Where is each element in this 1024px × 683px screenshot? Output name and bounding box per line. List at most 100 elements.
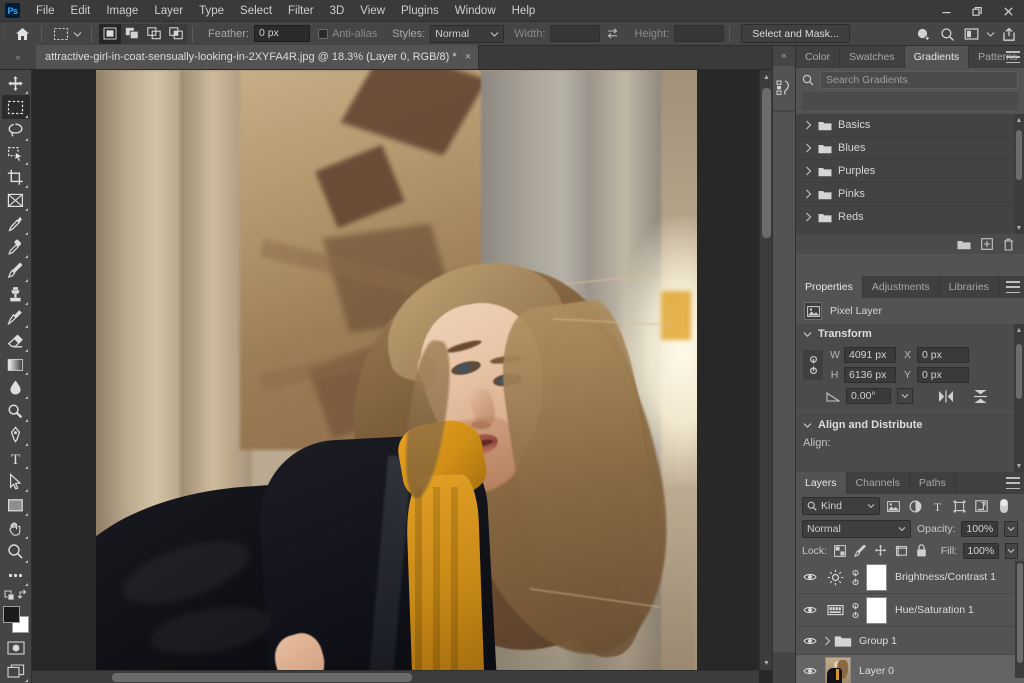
chevron-right-icon[interactable] (805, 189, 812, 199)
canvas-vertical-scrollbar[interactable]: ▲ ▼ (759, 70, 772, 670)
search-icon[interactable] (936, 23, 958, 45)
tab-libraries[interactable]: Libraries (940, 276, 999, 298)
scroll-down-icon[interactable]: ▼ (1014, 222, 1024, 234)
gradient-group-reds[interactable]: Reds (796, 206, 1024, 229)
menu-type[interactable]: Type (191, 0, 232, 22)
scroll-down-icon[interactable]: ▼ (1014, 460, 1024, 472)
expand-panels-icon[interactable]: « (773, 46, 795, 64)
height-input[interactable] (674, 25, 724, 42)
filter-adjustment-icon[interactable] (907, 497, 924, 515)
eraser-tool[interactable] (2, 329, 30, 352)
rotation-angle-input[interactable]: 0.00° (846, 388, 891, 404)
chevron-right-icon[interactable] (805, 120, 812, 130)
lock-image-pixels-icon[interactable] (853, 542, 867, 559)
lasso-tool[interactable] (2, 119, 30, 142)
canvas-area[interactable]: ▲ ▼ (32, 70, 772, 683)
gradient-group-basics[interactable]: Basics (796, 114, 1024, 137)
layer-thumbnail[interactable] (825, 657, 851, 683)
filter-shape-icon[interactable] (951, 497, 968, 515)
scroll-up-icon[interactable]: ▲ (760, 70, 772, 84)
table-row[interactable]: Layer 0 (796, 655, 1024, 683)
menu-plugins[interactable]: Plugins (393, 0, 447, 22)
properties-scroll-thumb[interactable] (1016, 344, 1022, 399)
gradients-scrollbar[interactable]: ▲ ▼ (1014, 114, 1024, 234)
quick-mask-mode-button[interactable] (2, 636, 30, 659)
fill-input[interactable]: 100% (963, 543, 998, 559)
link-dimensions-icon[interactable] (803, 350, 823, 380)
new-group-icon[interactable] (957, 239, 971, 250)
clone-stamp-tool[interactable] (2, 283, 30, 306)
tab-properties[interactable]: Properties (796, 276, 863, 298)
dodge-tool[interactable] (2, 400, 30, 423)
subtract-from-selection-button[interactable] (143, 24, 165, 44)
restore-button[interactable] (962, 0, 993, 22)
color-picker-control[interactable] (2, 606, 30, 632)
minimize-button[interactable] (931, 0, 962, 22)
rectangular-marquee-tool[interactable] (2, 95, 30, 118)
layers-scroll-thumb[interactable] (1017, 563, 1023, 663)
menu-edit[interactable]: Edit (63, 0, 99, 22)
add-to-selection-button[interactable] (121, 24, 143, 44)
menu-image[interactable]: Image (98, 0, 146, 22)
tab-swatches[interactable]: Swatches (840, 46, 905, 68)
home-icon[interactable] (9, 22, 36, 46)
scroll-up-icon[interactable]: ▲ (1014, 324, 1024, 336)
foreground-color-swatch[interactable] (3, 606, 20, 623)
screen-mode-button[interactable] (2, 659, 30, 682)
layer-visibility-icon[interactable] (799, 561, 821, 594)
chevron-right-icon[interactable] (824, 636, 831, 646)
scroll-up-icon[interactable]: ▲ (1014, 114, 1024, 126)
share-photo-icon[interactable] (912, 23, 934, 45)
menu-filter[interactable]: Filter (280, 0, 322, 22)
panel-menu-icon[interactable] (1006, 281, 1020, 293)
chevron-down-icon[interactable] (803, 422, 812, 429)
filter-kind-select[interactable]: Kind (802, 497, 880, 515)
menu-file[interactable]: File (28, 0, 63, 22)
horizontal-scroll-thumb[interactable] (112, 673, 412, 682)
move-tool[interactable] (2, 72, 30, 95)
new-selection-button[interactable] (99, 24, 121, 44)
menu-select[interactable]: Select (232, 0, 280, 22)
tab-paths[interactable]: Paths (910, 472, 956, 494)
document-tab[interactable]: attractive-girl-in-coat-sensually-lookin… (36, 45, 479, 69)
tab-color[interactable]: Color (796, 46, 840, 68)
panel-menu-icon[interactable] (1006, 51, 1020, 63)
lock-all-icon[interactable] (914, 542, 928, 559)
intersect-with-selection-button[interactable] (165, 24, 187, 44)
scroll-down-icon[interactable]: ▼ (760, 656, 772, 670)
blend-mode-select[interactable]: Normal (802, 520, 911, 538)
tool-preset-picker[interactable] (47, 25, 86, 43)
lock-position-icon[interactable] (874, 542, 888, 559)
layer-mask-link-icon[interactable] (849, 570, 862, 585)
delete-icon[interactable] (1003, 238, 1014, 251)
transform-section-header[interactable]: Transform (796, 324, 1024, 344)
zoom-tool[interactable] (2, 540, 30, 563)
eyedropper-tool[interactable] (2, 212, 30, 235)
tab-channels[interactable]: Channels (847, 472, 910, 494)
flip-vertical-icon[interactable] (973, 389, 988, 404)
chevron-right-icon[interactable] (805, 212, 812, 222)
tab-bar-grip[interactable]: » (0, 45, 36, 69)
edit-toolbar-tool[interactable] (2, 564, 30, 587)
filter-enable-toggle[interactable] (995, 497, 1012, 515)
frame-tool[interactable] (2, 189, 30, 212)
table-row[interactable]: Brightness/Contrast 1 (796, 561, 1024, 594)
table-row[interactable]: Hue/Saturation 1 (796, 594, 1024, 627)
canvas-horizontal-scrollbar[interactable] (32, 670, 759, 683)
width-input[interactable] (550, 25, 600, 42)
workspace-chevron-icon[interactable] (984, 23, 996, 45)
table-row[interactable]: Group 1 (796, 627, 1024, 655)
filter-type-icon[interactable]: T (929, 497, 946, 515)
hue-saturation-icon[interactable] (825, 600, 845, 620)
menu-view[interactable]: View (352, 0, 393, 22)
opacity-dropdown-icon[interactable] (1004, 521, 1018, 537)
opacity-input[interactable]: 100% (961, 521, 998, 537)
align-distribute-section-header[interactable]: Align and Distribute (796, 415, 1024, 435)
pen-tool[interactable] (2, 423, 30, 446)
menu-help[interactable]: Help (504, 0, 544, 22)
horizontal-type-tool[interactable]: T (2, 447, 30, 470)
menu-layer[interactable]: Layer (146, 0, 191, 22)
cloud-upload-icon[interactable] (998, 23, 1020, 45)
layer-mask-thumbnail[interactable] (866, 597, 887, 624)
close-button[interactable] (993, 0, 1024, 22)
